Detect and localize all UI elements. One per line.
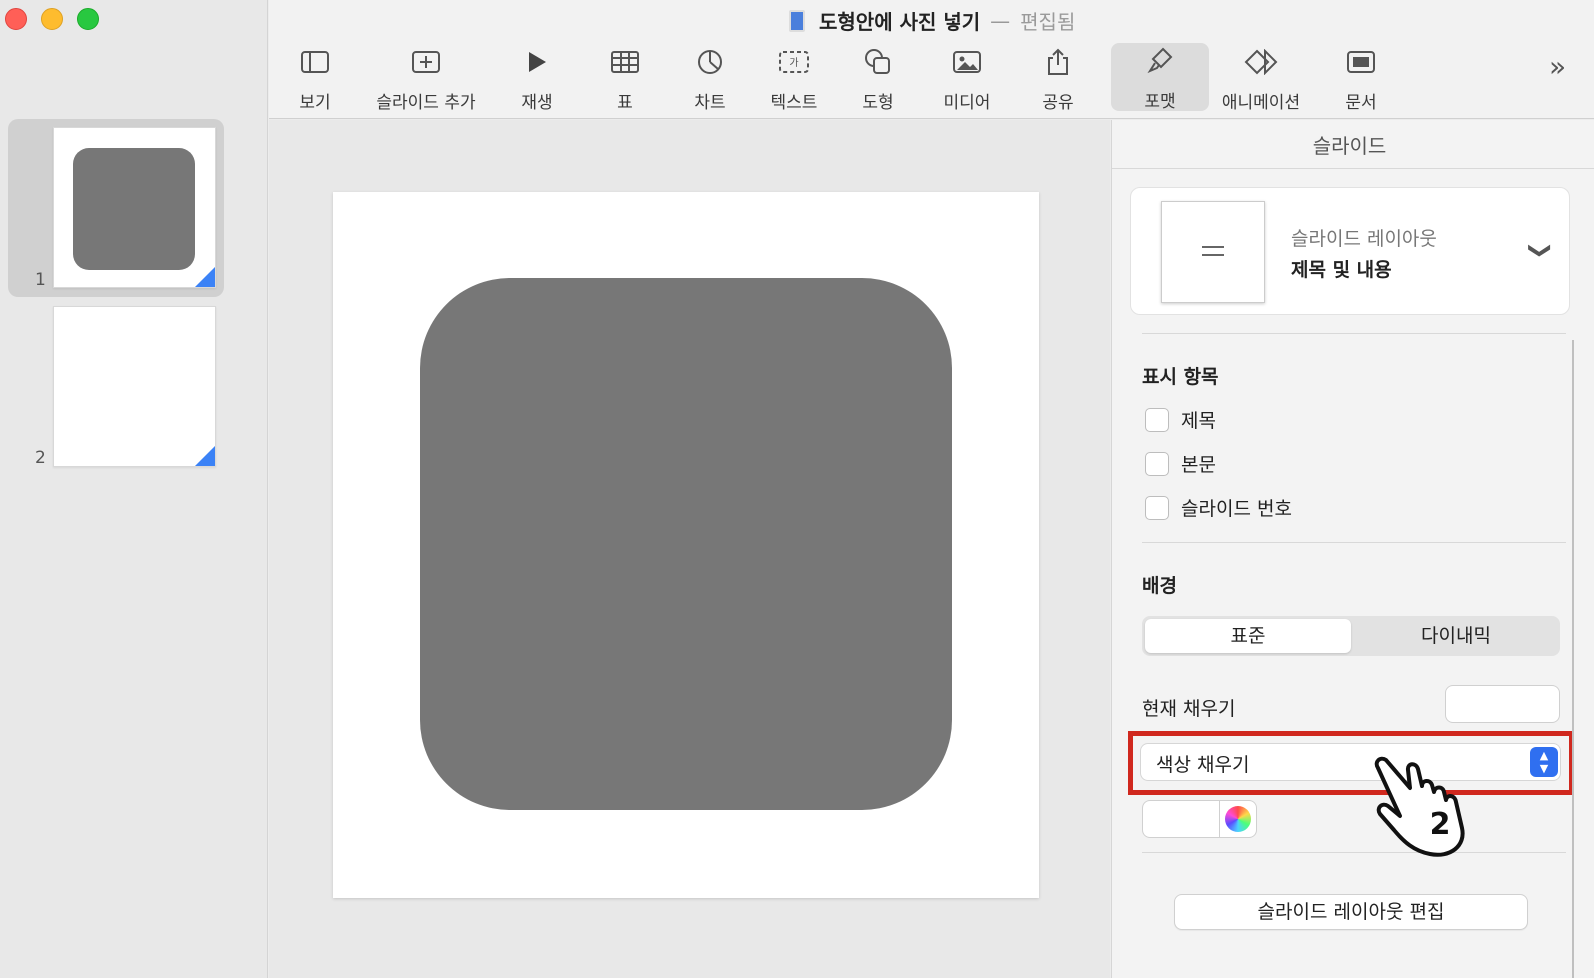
slide-corner-marker bbox=[195, 446, 215, 466]
slide-number-checkbox[interactable] bbox=[1145, 495, 1169, 520]
format-brush-icon bbox=[1147, 47, 1173, 74]
minimize-window-button[interactable] bbox=[41, 8, 63, 30]
toolbar-view-label: 보기 bbox=[299, 93, 331, 113]
color-wheel-icon[interactable] bbox=[1225, 806, 1251, 832]
segment-standard[interactable]: 표준 bbox=[1145, 619, 1351, 653]
toolbar-format-button[interactable]: 포맷 bbox=[1111, 43, 1209, 112]
window-title: 도형안에 사진 넣기 — 편집됨 bbox=[789, 6, 1075, 35]
select-stepper-icon: ▲ ▼ bbox=[1530, 747, 1558, 777]
layout-thumbnail-text bbox=[1202, 246, 1224, 256]
body-checkbox-label: 본문 bbox=[1181, 454, 1216, 476]
format-inspector: 슬라이드 슬라이드 레이아웃 제목 및 내용 ❯ 표시 항목 제목 본문 슬라이… bbox=[1111, 120, 1594, 978]
toolbar-add-slide-button[interactable]: 슬라이드 추가 bbox=[369, 44, 483, 113]
document-icon bbox=[1347, 51, 1375, 73]
shape-icon bbox=[865, 49, 890, 74]
inspector-divider bbox=[1112, 168, 1594, 169]
section-divider bbox=[1142, 542, 1566, 543]
toolbar-document-label: 문서 bbox=[1345, 93, 1377, 113]
title-checkbox-label: 제목 bbox=[1181, 410, 1216, 432]
inspector-tab-slide[interactable]: 슬라이드 bbox=[1112, 130, 1587, 159]
play-icon bbox=[529, 52, 546, 72]
pointing-hand-icon: 2 bbox=[1374, 756, 1465, 857]
slide-layout-picker[interactable]: 슬라이드 레이아웃 제목 및 내용 ❯ bbox=[1130, 187, 1570, 315]
slide-navigator: 1 2 bbox=[0, 0, 268, 978]
close-window-button[interactable] bbox=[5, 8, 27, 30]
zoom-window-button[interactable] bbox=[77, 8, 99, 30]
checkbox-slide-number-row[interactable]: 슬라이드 번호 bbox=[1145, 494, 1292, 521]
toolbar-text-label: 텍스트 bbox=[770, 93, 818, 113]
add-slide-icon bbox=[412, 51, 440, 73]
toolbar-table-label: 표 bbox=[617, 93, 633, 113]
layout-sublabel: 슬라이드 레이아웃 bbox=[1291, 228, 1437, 250]
toolbar-overflow-button[interactable]: » bbox=[1549, 50, 1566, 83]
text-box-icon: 가 bbox=[779, 51, 809, 73]
slide-corner-marker bbox=[195, 267, 215, 287]
fill-type-value: 색상 채우기 bbox=[1156, 754, 1250, 776]
toolbar-add-slide-label: 슬라이드 추가 bbox=[376, 93, 476, 113]
slide-thumbnail-1[interactable] bbox=[53, 127, 216, 288]
section-divider bbox=[1142, 852, 1566, 853]
toolbar-shape-button[interactable]: 도형 bbox=[858, 44, 898, 113]
chart-icon bbox=[698, 50, 722, 74]
table-icon bbox=[611, 51, 639, 73]
color-well-divider bbox=[1219, 801, 1220, 837]
toolbar-media-button[interactable]: 미디어 bbox=[939, 44, 995, 113]
show-section-label: 표시 항목 bbox=[1142, 366, 1219, 388]
toolbar-table-button[interactable]: 표 bbox=[605, 44, 645, 113]
slide-number-checkbox-label: 슬라이드 번호 bbox=[1181, 498, 1292, 520]
checkbox-title-row[interactable]: 제목 bbox=[1145, 406, 1216, 433]
toolbar-view-button[interactable]: 보기 bbox=[291, 44, 339, 113]
toolbar: 도형안에 사진 넣기 — 편집됨 보기 슬라이드 추가 재생 표 차트 가 텍스… bbox=[269, 0, 1594, 119]
thumbnail-shape bbox=[73, 148, 195, 270]
color-well[interactable] bbox=[1142, 800, 1257, 838]
chevron-down-icon[interactable]: ❯ bbox=[1528, 241, 1553, 259]
document-name: 도형안에 사진 넣기 bbox=[819, 10, 981, 34]
toolbar-animate-button[interactable]: 애니메이션 bbox=[1217, 44, 1305, 113]
current-fill-swatch[interactable] bbox=[1445, 685, 1560, 723]
layout-thumbnail bbox=[1161, 201, 1265, 303]
toolbar-media-label: 미디어 bbox=[943, 93, 991, 113]
toolbar-shape-label: 도형 bbox=[862, 93, 894, 113]
slide-canvas bbox=[269, 120, 1110, 978]
slide-number-2: 2 bbox=[35, 448, 46, 468]
toolbar-document-button[interactable]: 문서 bbox=[1341, 44, 1381, 113]
section-divider bbox=[1142, 333, 1566, 334]
step-number: 2 bbox=[1430, 807, 1451, 842]
title-checkbox[interactable] bbox=[1145, 407, 1169, 432]
toolbar-chart-button[interactable]: 차트 bbox=[687, 44, 733, 113]
toolbar-format-label: 포맷 bbox=[1144, 92, 1176, 112]
toolbar-text-button[interactable]: 가 텍스트 bbox=[765, 44, 823, 113]
toolbar-chart-label: 차트 bbox=[694, 93, 726, 113]
slide-thumbnail-2[interactable] bbox=[53, 306, 216, 467]
current-slide[interactable] bbox=[333, 192, 1039, 898]
body-checkbox[interactable] bbox=[1145, 451, 1169, 476]
background-mode-segmented-control: 표준 다이내믹 bbox=[1142, 616, 1560, 656]
segment-dynamic[interactable]: 다이내믹 bbox=[1354, 619, 1558, 653]
title-separator: — bbox=[990, 8, 1011, 33]
toolbar-play-label: 재생 bbox=[521, 93, 553, 113]
animate-icon bbox=[1244, 49, 1278, 75]
slide-number-1: 1 bbox=[35, 270, 46, 290]
media-icon bbox=[953, 51, 981, 73]
current-fill-label: 현재 채우기 bbox=[1142, 698, 1236, 720]
inspector-scrollbar[interactable] bbox=[1572, 340, 1574, 978]
toolbar-share-button[interactable]: 공유 bbox=[1038, 44, 1078, 113]
keynote-document-icon bbox=[789, 9, 805, 32]
edit-slide-layout-button[interactable]: 슬라이드 레이아웃 편집 bbox=[1174, 894, 1528, 930]
layout-value: 제목 및 내용 bbox=[1291, 259, 1392, 281]
background-section-label: 배경 bbox=[1142, 575, 1177, 597]
share-icon bbox=[1048, 48, 1068, 75]
toolbar-play-button[interactable]: 재생 bbox=[514, 44, 560, 113]
fill-type-select[interactable]: 색상 채우기 ▲ ▼ bbox=[1140, 743, 1561, 781]
toolbar-animate-label: 애니메이션 bbox=[1221, 93, 1301, 113]
checkbox-body-row[interactable]: 본문 bbox=[1145, 450, 1216, 477]
toolbar-share-label: 공유 bbox=[1042, 93, 1074, 113]
sidebar-icon bbox=[301, 51, 329, 73]
edit-state: 편집됨 bbox=[1020, 10, 1076, 34]
rounded-rectangle-shape[interactable] bbox=[420, 278, 952, 810]
svg-text:가: 가 bbox=[789, 57, 798, 69]
